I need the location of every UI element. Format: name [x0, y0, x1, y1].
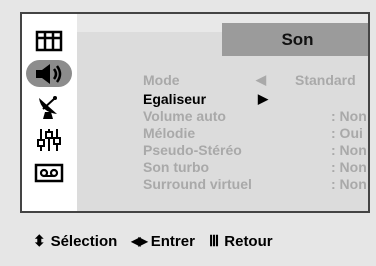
menu-item-surround-virtuel[interactable]: Surround virtuel [143, 176, 252, 192]
menu-area: Son Mode ◀ Standard ▶ Egaliseur ▶ Volume… [77, 14, 368, 211]
menu-item-volume-auto[interactable]: Volume auto [143, 108, 226, 124]
category-sidebar [22, 14, 77, 211]
sidebar-item-input[interactable] [26, 159, 72, 186]
menu-panel: Son Mode ◀ Standard ▶ Egaliseur ▶ Volume… [20, 12, 370, 213]
speaker-icon [36, 63, 62, 84]
menu-item-egaliseur[interactable]: Egaliseur [143, 91, 206, 107]
equalizer-sliders-icon [37, 128, 61, 151]
left-right-arrows-icon: ◀▶ [131, 234, 148, 248]
tape-icon [34, 163, 64, 182]
up-down-arrows-icon: ⬍ [33, 233, 46, 250]
menu-item-mode[interactable]: Mode [143, 72, 180, 88]
menu-item-son-turbo[interactable]: Son turbo [143, 159, 209, 175]
surround-virtuel-value: : Non [331, 176, 367, 192]
satellite-dish-icon [39, 95, 57, 119]
volume-auto-value: : Non [331, 108, 367, 124]
help-footer: ⬍ Sélection ◀▶ Entrer Ⅲ Retour [0, 226, 376, 256]
footer-return-label: Retour [224, 232, 273, 250]
mode-left-arrow-icon[interactable]: ◀ [256, 72, 266, 88]
picture-icon [35, 30, 63, 51]
sidebar-item-sound[interactable] [26, 60, 72, 87]
egaliseur-enter-arrow-icon[interactable]: ▶ [258, 91, 268, 107]
mode-value: Standard [295, 72, 356, 88]
menu-item-melodie[interactable]: Mélodie [143, 125, 195, 141]
footer-enter-label: Entrer [150, 232, 195, 250]
menu-grid-icon: Ⅲ [208, 233, 220, 250]
tv-osd-screen: Son Mode ◀ Standard ▶ Egaliseur ▶ Volume… [0, 0, 376, 266]
pseudo-stereo-value: : Non [331, 142, 367, 158]
sidebar-item-picture[interactable] [26, 27, 72, 54]
sidebar-item-setup[interactable] [26, 126, 72, 153]
menu-item-pseudo-stereo[interactable]: Pseudo-Stéréo [143, 142, 242, 158]
melodie-value: : Oui [331, 125, 363, 141]
menu-title: Son [222, 23, 368, 56]
sidebar-item-channel[interactable] [26, 93, 72, 120]
son-turbo-value: : Non [331, 159, 367, 175]
footer-select-label: Sélection [50, 232, 118, 250]
